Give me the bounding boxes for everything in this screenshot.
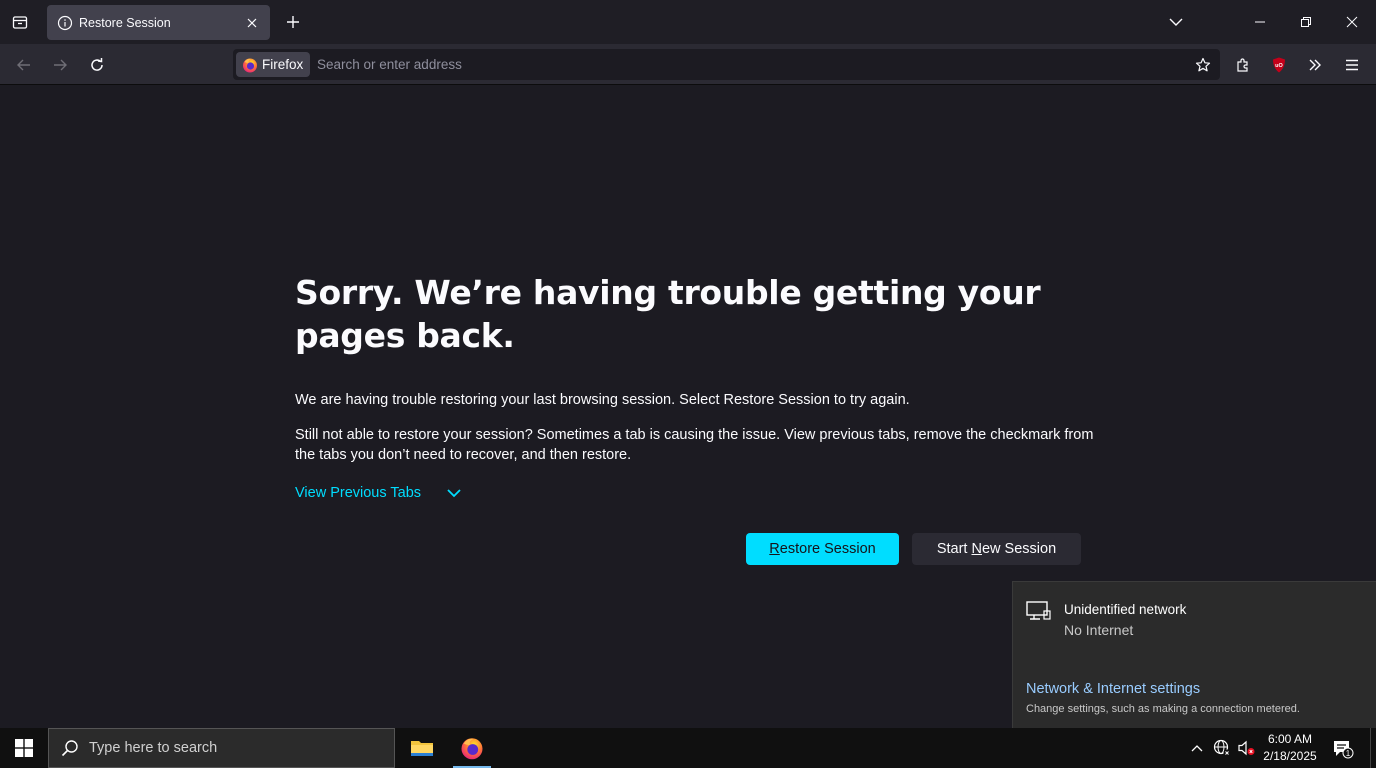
arrow-left-icon	[17, 59, 30, 71]
show-desktop-button[interactable]	[1370, 728, 1376, 768]
overflow-menu-button[interactable]	[1300, 50, 1330, 80]
volume-tray-button[interactable]	[1236, 738, 1256, 758]
tab-title: Restore Session	[79, 15, 171, 30]
chevron-down-icon	[447, 489, 461, 498]
taskbar-clock[interactable]: 6:00 AM 2/18/2025	[1256, 731, 1324, 765]
taskbar-search-placeholder: Type here to search	[89, 740, 218, 756]
network-status: No Internet	[1064, 622, 1134, 638]
firefox-logo-icon	[461, 738, 483, 760]
chevron-down-icon	[1169, 18, 1183, 26]
tab-strip: Restore Session	[0, 0, 1376, 44]
action-center-button[interactable]: 1	[1330, 736, 1356, 762]
restore-description: We are having trouble restoring your las…	[295, 392, 910, 408]
minimize-icon	[1255, 21, 1265, 23]
navigation-toolbar: Firefox uO	[0, 44, 1376, 85]
ethernet-monitor-icon	[1026, 601, 1051, 620]
clock-date: 2/18/2025	[1263, 749, 1317, 763]
minimize-button[interactable]	[1237, 0, 1283, 44]
ublock-shield-icon: uO	[1273, 57, 1285, 73]
firefox-app[interactable]	[451, 728, 493, 768]
network-name[interactable]: Unidentified network	[1064, 602, 1186, 617]
close-tab-button[interactable]	[242, 13, 262, 33]
view-previous-tabs-toggle[interactable]: View Previous Tabs	[295, 485, 461, 501]
ublock-origin-button[interactable]: uO	[1264, 50, 1294, 80]
url-bar[interactable]: Firefox	[233, 49, 1220, 80]
bookmark-star-button[interactable]	[1192, 54, 1214, 76]
taskbar-search-box[interactable]: Type here to search	[48, 728, 395, 768]
restore-window-button[interactable]	[1283, 0, 1329, 44]
double-chevron-right-icon	[1309, 59, 1321, 71]
start-new-session-button[interactable]: Start New Session	[912, 533, 1081, 565]
close-window-button[interactable]	[1329, 0, 1375, 44]
extensions-button[interactable]	[1228, 50, 1258, 80]
tab-restore-session[interactable]: Restore Session	[47, 5, 270, 40]
reload-icon	[91, 58, 103, 71]
chevron-up-icon	[1191, 745, 1203, 752]
back-button[interactable]	[9, 50, 39, 80]
view-previous-tabs-label: View Previous Tabs	[295, 485, 422, 501]
network-settings-description: Change settings, such as making a connec…	[1026, 703, 1300, 715]
firefox-view-icon	[12, 16, 28, 29]
firefox-view-button[interactable]	[6, 8, 34, 36]
new-session-accesskey: N	[971, 541, 982, 557]
clock-time: 6:00 AM	[1267, 732, 1313, 746]
page-title: Sorry. We’re having trouble getting your…	[295, 273, 1041, 355]
close-icon	[1346, 16, 1358, 28]
firefox-logo-icon	[243, 58, 257, 72]
globe-no-internet-icon	[1213, 739, 1231, 757]
app-menu-button[interactable]	[1337, 50, 1367, 80]
hamburger-menu-icon	[1346, 59, 1358, 71]
new-session-label-pre: Start	[936, 541, 972, 557]
close-icon	[247, 18, 257, 27]
windows-logo-icon	[15, 739, 33, 757]
taskbar: Type here to search 6:00 AM 2/18/2025 1	[0, 728, 1376, 768]
restore-accesskey: R	[769, 541, 780, 557]
reload-button[interactable]	[82, 50, 112, 80]
search-icon	[61, 740, 78, 757]
network-settings-link[interactable]: Network & Internet settings	[1026, 681, 1200, 697]
start-button[interactable]	[0, 728, 48, 768]
notification-icon: 1	[1334, 741, 1354, 759]
forward-button[interactable]	[45, 50, 75, 80]
identity-label: Firefox	[262, 57, 304, 72]
identity-box[interactable]: Firefox	[236, 52, 310, 77]
folder-icon	[411, 741, 433, 756]
restore-help-text: Still not able to restore your session? …	[295, 427, 1094, 463]
restore-session-button[interactable]: Restore Session	[746, 533, 899, 565]
network-tray-button[interactable]	[1212, 738, 1232, 758]
url-input[interactable]	[317, 49, 1177, 80]
svg-text:uO: uO	[1275, 63, 1283, 69]
file-explorer-app[interactable]	[401, 728, 443, 768]
speaker-muted-icon	[1238, 740, 1255, 756]
network-flyout: Unidentified network No Internet Network…	[1012, 581, 1376, 728]
restore-label-rest: estore Session	[779, 541, 876, 557]
plus-icon	[287, 16, 299, 28]
puzzle-icon	[1237, 58, 1248, 72]
new-session-label-rest: ew Session	[981, 541, 1057, 557]
new-tab-button[interactable]	[280, 8, 306, 36]
show-hidden-icons-button[interactable]	[1187, 738, 1207, 758]
info-icon	[57, 15, 73, 30]
list-all-tabs-button[interactable]	[1164, 10, 1188, 34]
arrow-right-icon	[54, 59, 67, 71]
svg-text:1: 1	[1346, 749, 1351, 758]
restore-window-icon	[1301, 17, 1311, 27]
star-icon	[1195, 57, 1211, 72]
